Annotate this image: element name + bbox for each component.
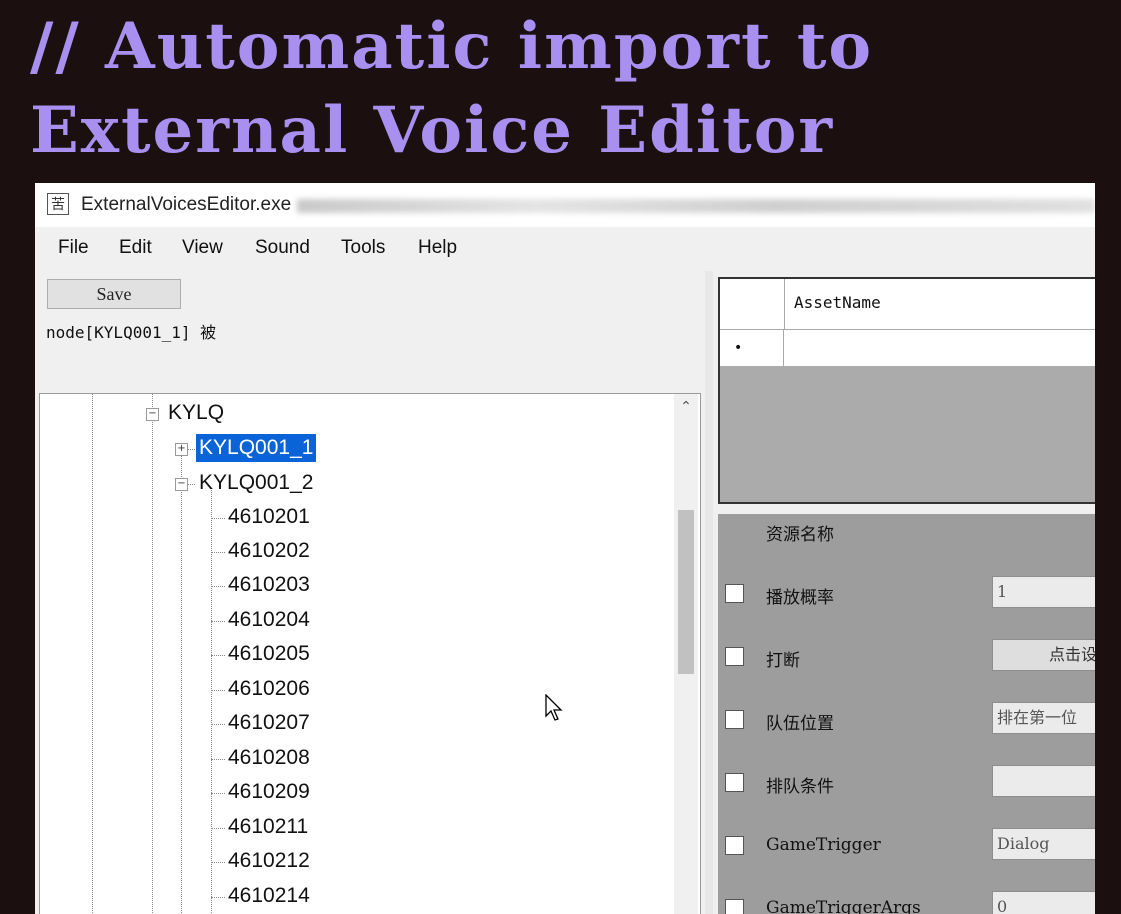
property-checkbox[interactable]: [725, 836, 744, 855]
menu-file[interactable]: File: [58, 237, 89, 259]
property-row: GameTriggerArgs 0: [718, 889, 1095, 914]
app-icon: 苦: [47, 193, 69, 215]
tree-line: [211, 621, 225, 622]
tree-node-root[interactable]: KYLQ: [168, 399, 224, 427]
editor-window: 苦 ExternalVoicesEditor.exe File Edit Vie…: [35, 183, 1095, 914]
menu-tools[interactable]: Tools: [341, 237, 385, 259]
menu-view[interactable]: View: [182, 237, 223, 259]
tree-line: [181, 456, 182, 914]
tree-leaf[interactable]: 4610214: [228, 882, 310, 910]
tree-line: [211, 490, 212, 914]
property-checkbox[interactable]: [725, 584, 744, 603]
property-input[interactable]: [992, 765, 1095, 797]
property-row: 队伍位置 排在第一位: [718, 700, 1095, 740]
tree-scrollbar[interactable]: ⌃: [674, 394, 698, 914]
grid-new-row[interactable]: •: [720, 330, 1095, 366]
property-row: 打断 点击设: [718, 637, 1095, 677]
collapse-icon[interactable]: −: [175, 478, 188, 491]
title-bar: 苦 ExternalVoicesEditor.exe: [35, 183, 1095, 227]
tree-leaf[interactable]: 4610201: [228, 503, 310, 531]
property-heading: 资源名称: [766, 525, 834, 545]
slide-title-line-2: External Voice Editor: [30, 93, 835, 168]
menu-bar: File Edit View Sound Tools Help: [35, 227, 1095, 269]
collapse-icon[interactable]: −: [146, 408, 159, 421]
window-title: ExternalVoicesEditor.exe: [81, 194, 292, 215]
property-label: 队伍位置: [766, 714, 834, 734]
property-label: 排队条件: [766, 777, 834, 797]
status-text: node[KYLQ001_1] 被: [46, 323, 217, 342]
tree-line: [211, 724, 225, 725]
tree-node[interactable]: KYLQ001_2: [199, 469, 313, 497]
property-panel: 资源名称 播放概率 1 打断 点击设 队伍位置 排在第一位 排队条件 GameT…: [718, 514, 1095, 914]
property-label: 播放概率: [766, 588, 834, 608]
mouse-cursor-icon: [545, 694, 563, 721]
tree-line: [92, 394, 93, 914]
property-checkbox[interactable]: [725, 899, 744, 914]
tree-line: [211, 759, 225, 760]
save-button[interactable]: Save: [47, 279, 181, 309]
tree-leaf[interactable]: 4610204: [228, 606, 310, 634]
property-row: GameTrigger Dialog: [718, 826, 1095, 866]
grid-header: AssetName: [720, 279, 1095, 330]
voice-tree[interactable]: − KYLQ + KYLQ001_1 − KYLQ001_2 4610201 4…: [39, 393, 701, 914]
tree-leaf[interactable]: 4610207: [228, 709, 310, 737]
tree-line: [211, 897, 225, 898]
tree-leaf[interactable]: 4610206: [228, 675, 310, 703]
row-marker: •: [720, 330, 784, 366]
tree-leaf[interactable]: 4610205: [228, 640, 310, 668]
slide-title-line-1: // Automatic import to: [30, 9, 874, 84]
tree-leaf[interactable]: 4610209: [228, 778, 310, 806]
scroll-thumb[interactable]: [678, 510, 694, 674]
tree-leaf[interactable]: 4610203: [228, 571, 310, 599]
menu-help[interactable]: Help: [418, 237, 457, 259]
tree-leaf[interactable]: 4610212: [228, 847, 310, 875]
tree-line: [211, 552, 225, 553]
asset-grid: AssetName •: [718, 277, 1095, 504]
left-top-panel: Save node[KYLQ001_1] 被: [35, 271, 705, 389]
property-select[interactable]: 排在第一位: [992, 702, 1095, 734]
property-checkbox[interactable]: [725, 647, 744, 666]
scroll-up-icon[interactable]: ⌃: [678, 400, 694, 414]
property-input[interactable]: 1: [992, 576, 1095, 608]
property-select[interactable]: Dialog: [992, 828, 1095, 860]
tree-leaf[interactable]: 4610208: [228, 744, 310, 772]
tree-line: [211, 862, 225, 863]
tree-line: [211, 655, 225, 656]
property-label: 打断: [766, 651, 800, 671]
tree-line: [211, 518, 225, 519]
property-checkbox[interactable]: [725, 710, 744, 729]
tree-leaf[interactable]: 4610202: [228, 537, 310, 565]
grid-corner: [720, 279, 785, 329]
column-assetname[interactable]: AssetName: [794, 293, 881, 312]
property-row: 播放概率 1: [718, 574, 1095, 614]
tree-line: [211, 828, 225, 829]
tree-leaf[interactable]: 4610211: [228, 813, 308, 841]
menu-sound[interactable]: Sound: [255, 237, 310, 259]
expand-icon[interactable]: +: [175, 443, 188, 456]
tree-node-selected[interactable]: KYLQ001_1: [196, 434, 317, 462]
panel-splitter[interactable]: [705, 271, 713, 914]
tree-line: [211, 690, 225, 691]
property-label: GameTriggerArgs: [766, 898, 921, 914]
tree-line: [211, 586, 225, 587]
blurred-title-path: [297, 199, 1095, 213]
property-checkbox[interactable]: [725, 773, 744, 792]
property-input[interactable]: 0: [992, 891, 1095, 914]
tree-line: [152, 394, 153, 914]
tree-line: [211, 793, 225, 794]
menu-edit[interactable]: Edit: [119, 237, 152, 259]
property-label: GameTrigger: [766, 835, 881, 855]
property-row: 排队条件: [718, 763, 1095, 803]
property-button[interactable]: 点击设: [992, 639, 1095, 671]
